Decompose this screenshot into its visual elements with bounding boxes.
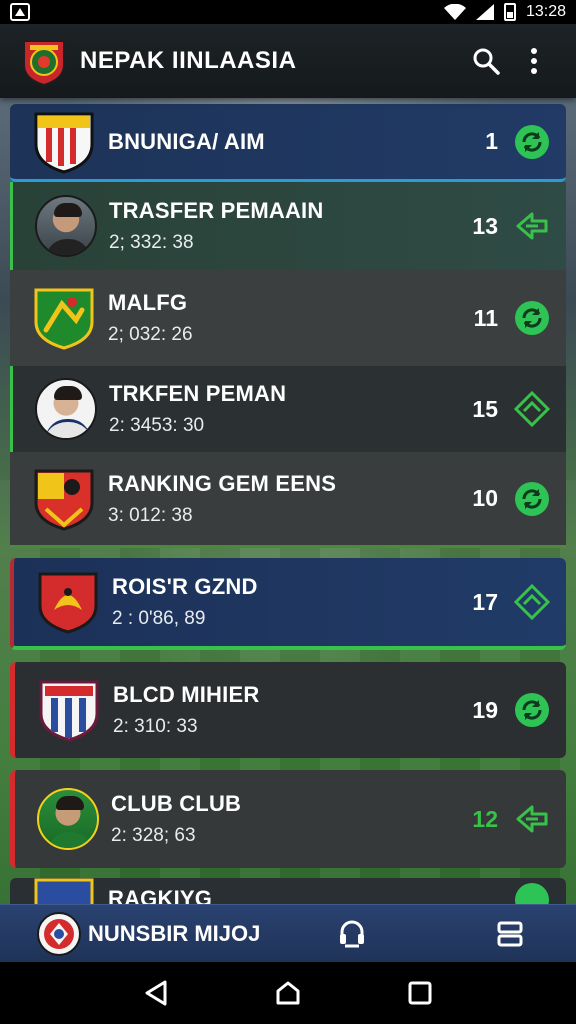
- item-name: BLCD MIHIER: [113, 682, 260, 707]
- refresh-icon[interactable]: [512, 690, 552, 730]
- item-number: 17: [472, 588, 498, 615]
- list-item[interactable]: MALFG 2; 032: 26 11: [10, 270, 566, 366]
- more-options-button[interactable]: [510, 37, 558, 85]
- stadium-icon[interactable]: [512, 582, 552, 622]
- item-texts: TRKFEN PEMAN 2: 3453: 30: [109, 381, 458, 437]
- item-texts: ROIS'R GZND 2 : 0'86, 89: [112, 574, 458, 630]
- crest-red-phoenix-icon: [38, 572, 98, 634]
- home-icon: [276, 981, 300, 1005]
- item-name: TRKFEN PEMAN: [109, 381, 287, 406]
- headset-icon: [340, 920, 364, 947]
- status-bar: 13:28: [0, 0, 576, 24]
- nav-support-tab[interactable]: [332, 914, 372, 954]
- list-item[interactable]: TRASFER PEMAAIN 2; 332: 38 13: [10, 182, 566, 270]
- more-vert-icon: [531, 48, 537, 74]
- item-time: 2; 032: 26: [108, 324, 193, 345]
- item-time: 2: 3453: 30: [109, 415, 205, 436]
- item-number: 1: [485, 128, 498, 154]
- item-time: 2 : 0'86, 89: [112, 608, 206, 629]
- item-name: BNUNIGA/ AIM: [108, 128, 265, 154]
- item-time: 3: 012: 38: [108, 504, 193, 526]
- refresh-icon[interactable]: [512, 298, 552, 338]
- crest-red-white-stripes-icon: [34, 112, 94, 174]
- home-button[interactable]: [268, 973, 308, 1013]
- search-icon: [473, 48, 500, 75]
- notification-icon: [10, 3, 30, 21]
- refresh-icon[interactable]: [512, 122, 552, 162]
- system-navigation: [0, 962, 576, 1024]
- crest-blue-white-stripes-icon: [39, 680, 99, 742]
- list-item[interactable]: ROIS'R GZND 2 : 0'86, 89 17: [10, 558, 566, 650]
- back-triangle-icon: [145, 980, 167, 1006]
- search-button[interactable]: [462, 37, 510, 85]
- swap-arrows-icon[interactable]: [512, 206, 552, 246]
- crest-green-gold-icon: [34, 288, 94, 350]
- signal-icon: [475, 4, 494, 20]
- back-button[interactable]: [136, 973, 176, 1013]
- nav-brand-label: NUNSBIR MIJOJ: [88, 920, 261, 946]
- item-number: 13: [472, 212, 498, 239]
- item-texts: MALFG 2; 032: 26: [108, 290, 458, 346]
- item-name: TRASFER PEMAAIN: [109, 198, 324, 223]
- list-item[interactable]: BNUNIGA/ AIM 1: [10, 104, 566, 182]
- player-avatar: [35, 195, 97, 257]
- crest-red-yellow-icon: [34, 469, 94, 531]
- crest-blue-icon: [34, 878, 94, 904]
- item-time: 2; 332: 38: [109, 232, 194, 253]
- club-crest-icon: [37, 911, 81, 956]
- layers-icon: [497, 921, 523, 946]
- refresh-icon[interactable]: [512, 479, 552, 519]
- list-item[interactable]: RAGKIYG: [10, 878, 566, 904]
- stadium-icon[interactable]: [512, 389, 552, 429]
- item-texts: TRASFER PEMAAIN 2; 332: 38: [109, 198, 458, 254]
- item-name: MALFG: [108, 290, 188, 315]
- nav-home-tab[interactable]: NUNSBIR MIJOJ: [36, 911, 296, 957]
- list-item[interactable]: CLUB CLUB 2: 328; 63 12: [10, 770, 566, 868]
- list-item[interactable]: RANKING GEM EENS 3: 012: 38 10: [10, 452, 566, 548]
- bottom-navigation: NUNSBIR MIJOJ: [0, 904, 576, 962]
- app-logo[interactable]: [18, 35, 70, 87]
- swap-arrows-icon[interactable]: [512, 799, 552, 839]
- item-number: 15: [472, 395, 498, 422]
- item-name: RAGKIYG: [108, 886, 213, 904]
- player-avatar-green: [37, 788, 99, 850]
- nav-layers-tab[interactable]: [490, 914, 530, 954]
- app-bar: NEPAK IINLAASIA: [0, 24, 576, 98]
- battery-icon: [503, 3, 516, 21]
- recents-square-icon: [408, 981, 432, 1005]
- app-title: NEPAK IINLAASIA: [80, 47, 297, 74]
- item-time: 2: 310: 33: [113, 716, 198, 737]
- item-number: 10: [472, 485, 498, 511]
- recents-button[interactable]: [400, 973, 440, 1013]
- item-texts: BNUNIGA/ AIM: [108, 129, 458, 155]
- status-left: [10, 3, 30, 21]
- item-name: CLUB CLUB: [111, 791, 242, 816]
- list-item[interactable]: TRKFEN PEMAN 2: 3453: 30 15: [10, 366, 566, 452]
- player-avatar-light: [35, 378, 97, 440]
- item-texts: BLCD MIHIER 2: 310: 33: [113, 682, 458, 738]
- item-name: ROIS'R GZND: [112, 574, 258, 599]
- item-texts: RANKING GEM EENS 3: 012: 38: [108, 471, 458, 527]
- ranking-list: BNUNIGA/ AIM 1 TRASFER PEMAAIN 2; 332: 3…: [10, 100, 566, 904]
- item-texts: CLUB CLUB 2: 328; 63: [111, 791, 458, 847]
- item-texts: RAGKIYG: [108, 878, 512, 904]
- item-number: 19: [472, 696, 498, 723]
- item-number: 11: [473, 304, 498, 331]
- item-time: 2: 328; 63: [111, 825, 196, 846]
- item-name: RANKING GEM EENS: [108, 470, 337, 496]
- status-right: 13:28: [443, 3, 566, 21]
- wifi-icon: [443, 4, 466, 20]
- refresh-icon[interactable]: [512, 880, 552, 904]
- item-number: 12: [472, 805, 498, 832]
- status-clock: 13:28: [525, 3, 566, 20]
- list-item[interactable]: BLCD MIHIER 2: 310: 33 19: [10, 662, 566, 758]
